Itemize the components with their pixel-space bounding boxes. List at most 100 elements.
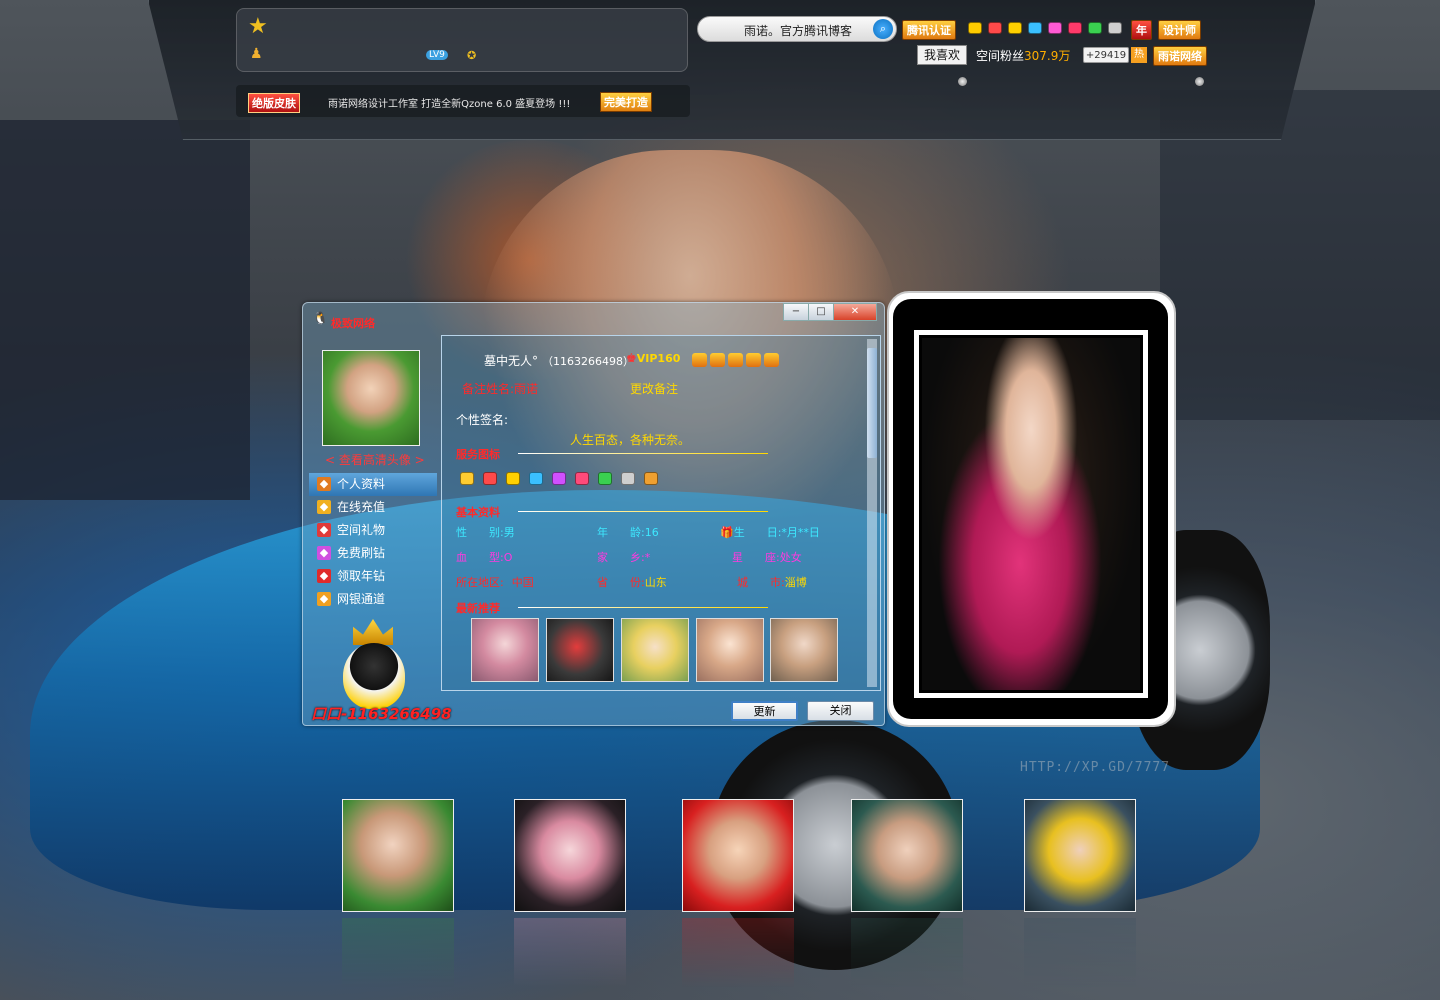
section-divider xyxy=(518,607,768,608)
section-divider xyxy=(518,511,768,512)
side-menu: ◆ 个人资料 ◆ 在线充值 ◆ 空间礼物 ◆ 免费刷钻 ◆ 领取年钻 ◆ 网银通道 xyxy=(309,473,437,611)
side-menu-item[interactable]: ◆ 在线充值 xyxy=(309,496,437,519)
section-divider xyxy=(518,453,768,454)
service-icon[interactable] xyxy=(552,472,566,485)
basic-info-title: 基本资料 xyxy=(456,506,500,519)
friend-reflection-1 xyxy=(342,918,454,988)
level-star-icon: ✪ xyxy=(467,49,477,62)
city-label: 城 市: xyxy=(737,576,785,589)
diamond-icon[interactable] xyxy=(1068,22,1082,34)
search-text: 雨诺。官方腾讯博客 xyxy=(744,24,853,38)
location-field: 所在地区: 中国 xyxy=(456,574,534,590)
zodiac-value: 处女 xyxy=(779,551,802,564)
recommend-photo-3[interactable] xyxy=(621,618,689,682)
service-icon[interactable] xyxy=(460,472,474,485)
qq-mascot xyxy=(331,619,415,711)
gift-icon: 🎁 xyxy=(720,526,734,539)
side-menu-label: 在线充值 xyxy=(337,500,386,514)
service-icon[interactable] xyxy=(483,472,497,485)
side-menu-item[interactable]: ◆ 领取年钻 xyxy=(309,565,437,588)
crown-icon xyxy=(764,352,779,367)
info-scrollbar-thumb[interactable] xyxy=(867,348,877,458)
friend-avatar-1[interactable] xyxy=(342,799,454,912)
watermark-text: HTTP://XP.GD/7777 xyxy=(1020,760,1171,775)
like-button[interactable]: 我喜欢 xyxy=(917,45,967,65)
diamond-icon[interactable] xyxy=(968,22,982,34)
profile-info-panel: 墓中无人° （1163266498） ♚VIP160 备注姓名:雨诺 更改备注 … xyxy=(441,335,881,691)
search-icon[interactable]: ⌕ xyxy=(873,19,893,39)
friend-reflection-3 xyxy=(682,918,794,988)
service-icon[interactable] xyxy=(575,472,589,485)
crown-row xyxy=(692,352,782,367)
zodiac-field: 星 座:处女 xyxy=(732,549,802,565)
announcement-badge: 绝版皮肤 xyxy=(248,93,300,113)
gender-value: 男 xyxy=(503,526,515,539)
recommend-photo-2[interactable] xyxy=(546,618,614,682)
bank-icon: ◆ xyxy=(317,592,331,606)
crown-icon xyxy=(710,352,725,367)
profile-avatar[interactable] xyxy=(322,350,420,446)
recommend-photo-1[interactable] xyxy=(471,618,539,682)
blood-field: 血 型:O xyxy=(456,549,512,565)
home-label: 家 乡: xyxy=(597,551,645,564)
service-icon[interactable] xyxy=(621,472,635,485)
designer-tag[interactable]: 设计师 xyxy=(1158,20,1201,40)
location-label: 所在地区: xyxy=(456,576,504,589)
side-menu-item[interactable]: ◆ 网银通道 xyxy=(309,588,437,611)
side-menu-label: 领取年钻 xyxy=(337,569,386,583)
view-hd-avatar-link[interactable]: < 查看高清头像 > xyxy=(325,451,425,468)
brand-tag[interactable]: 雨诺网络 xyxy=(1153,46,1207,66)
crown-icon xyxy=(728,352,743,367)
service-icon[interactable] xyxy=(644,472,658,485)
window-titlebar[interactable]: 🐧 极致网络 − □ ✕ xyxy=(303,303,884,331)
certified-tag[interactable]: 腾讯认证 xyxy=(902,20,956,40)
diamond-icon[interactable] xyxy=(1108,22,1122,34)
friend-avatar-2[interactable] xyxy=(514,799,626,912)
side-menu-item[interactable]: ◆ 免费刷钻 xyxy=(309,542,437,565)
side-menu-item[interactable]: ◆ 个人资料 xyxy=(309,473,437,496)
star-icon[interactable]: ★ xyxy=(248,16,270,38)
close-button[interactable]: 关闭 xyxy=(807,701,874,721)
home-field: 家 乡:* xyxy=(597,549,650,565)
fans-label-text: 空间粉丝 xyxy=(976,49,1025,63)
change-remark-link[interactable]: 更改备注 xyxy=(630,380,678,397)
diamond-icon[interactable] xyxy=(1028,22,1042,34)
service-icons-title: 服务图标 xyxy=(456,448,500,461)
service-icon[interactable] xyxy=(506,472,520,485)
side-menu-label: 个人资料 xyxy=(337,477,386,491)
diamond-icon[interactable] xyxy=(988,22,1002,34)
age-field: 年 龄:16 xyxy=(597,524,659,540)
home-value: * xyxy=(644,551,651,564)
side-menu-item[interactable]: ◆ 空间礼物 xyxy=(309,519,437,542)
recommend-photo-4[interactable] xyxy=(696,618,764,682)
diamond-icon[interactable] xyxy=(1048,22,1062,34)
close-window-button[interactable]: ✕ xyxy=(833,303,877,321)
recommend-photo-5[interactable] xyxy=(770,618,838,682)
maximize-button[interactable]: □ xyxy=(808,303,834,321)
refresh-button[interactable]: 更新 xyxy=(731,701,798,721)
announcement-tag[interactable]: 完美打造 xyxy=(600,92,652,112)
service-icon[interactable] xyxy=(529,472,543,485)
diamond-icon[interactable] xyxy=(1088,22,1102,34)
fans-label: 空间粉丝307.9万 xyxy=(976,47,1070,64)
crown-icon xyxy=(692,352,707,367)
dollar-icon: ◆ xyxy=(317,500,331,514)
header-user-box xyxy=(236,8,688,72)
background-building-left xyxy=(0,120,250,500)
friend-avatar-4[interactable] xyxy=(851,799,963,912)
remark-name: 备注姓名:雨诺 xyxy=(462,382,539,396)
friend-avatar-3[interactable] xyxy=(682,799,794,912)
minimize-button[interactable]: − xyxy=(783,303,809,321)
year-tag[interactable]: 年 xyxy=(1131,20,1152,40)
gender-label: 性 别: xyxy=(456,526,504,539)
blog-search-bar[interactable]: 雨诺。官方腾讯博客 ⌕ xyxy=(697,16,897,42)
service-icon[interactable] xyxy=(598,472,612,485)
user-icon[interactable]: ♟ xyxy=(250,46,264,62)
crown-icon xyxy=(746,352,761,367)
featured-photo[interactable] xyxy=(922,338,1140,690)
phone-body xyxy=(893,299,1168,719)
diamond-icon[interactable] xyxy=(1008,22,1022,34)
nickname: 墓中无人° xyxy=(484,354,539,368)
birthday-field: 🎁生 日:*月**日 xyxy=(720,524,820,540)
friend-avatar-5[interactable] xyxy=(1024,799,1136,912)
